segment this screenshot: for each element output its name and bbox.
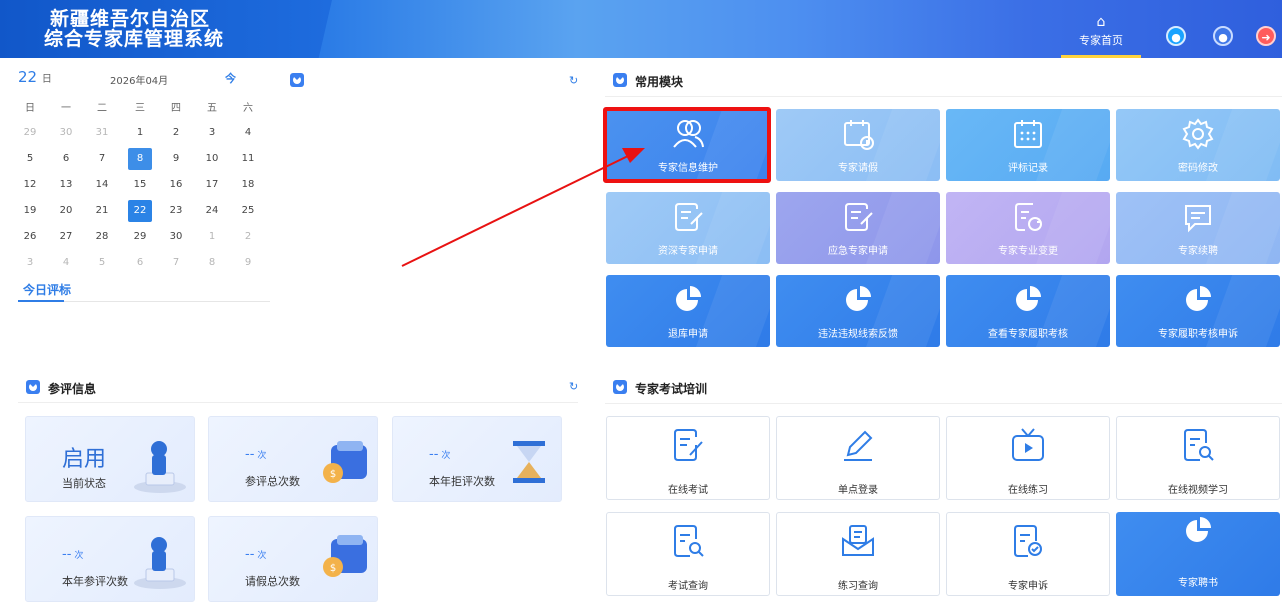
exam-tile-4[interactable]: 在线视频学习 (1116, 416, 1280, 500)
doc-search-icon (1117, 425, 1279, 465)
section-title-participation: 参评信息 (48, 382, 97, 396)
refusal-count-value: -- 次 (429, 447, 451, 462)
section-icon (26, 380, 40, 394)
status-card: 启用 当前状态 (25, 416, 195, 502)
hourglass-icon (513, 441, 545, 483)
pie-chart-icon (1116, 514, 1280, 554)
total-count-card: -- 次 参评总次数 $ (208, 416, 378, 502)
refusal-count-card: -- 次 本年拒评次数 (392, 416, 562, 502)
tv-play-icon (947, 425, 1109, 465)
leave-count-label: 请假总次数 (245, 575, 300, 588)
exam-tile-label: 专家聘书 (1178, 578, 1218, 589)
section-icon (613, 380, 627, 394)
exam-tile-label: 单点登录 (838, 485, 878, 496)
svg-text:$: $ (330, 563, 336, 574)
exam-tile-label: 专家申诉 (1008, 581, 1048, 592)
exam-tile-label: 在线考试 (668, 485, 708, 496)
section-divider (18, 402, 578, 403)
section-divider (605, 403, 1282, 404)
stamp-icon (134, 441, 186, 493)
exam-tile-label: 考试查询 (668, 581, 708, 592)
leave-count-value: -- 次 (245, 547, 267, 562)
year-count-label: 本年参评次数 (62, 575, 128, 588)
pen-icon (777, 425, 939, 465)
stamp-icon (134, 537, 186, 589)
arrow-line (401, 155, 629, 267)
year-count-value: -- 次 (62, 547, 84, 562)
status-value: 启用 (62, 447, 107, 472)
status-label: 当前状态 (62, 477, 106, 490)
annotation-arrow (401, 148, 645, 267)
svg-text:$: $ (330, 469, 336, 480)
refusal-count-label: 本年拒评次数 (429, 475, 495, 488)
envelope-doc-icon (777, 521, 939, 561)
exam-tile-3[interactable]: 在线练习 (946, 416, 1110, 500)
doc-search-icon (607, 521, 769, 561)
exam-tile-1[interactable]: 在线考试 (606, 416, 770, 500)
arrow-head (622, 148, 645, 163)
total-count-value: -- 次 (245, 447, 267, 462)
exam-tile-5[interactable]: 考试查询 (606, 512, 770, 596)
exam-tile-2[interactable]: 单点登录 (776, 416, 940, 500)
exam-tile-8[interactable]: 专家聘书 (1116, 512, 1280, 596)
year-count-card: -- 次 本年参评次数 (25, 516, 195, 602)
section-title-exam: 专家考试培训 (635, 382, 708, 396)
exam-tile-label: 在线视频学习 (1168, 485, 1228, 496)
leave-count-card: -- 次 请假总次数 $ (208, 516, 378, 602)
exam-tile-label: 在线练习 (1008, 485, 1048, 496)
exam-tile-label: 练习查询 (838, 581, 878, 592)
doc-check-icon (947, 521, 1109, 561)
exam-tile-7[interactable]: 专家申诉 (946, 512, 1110, 596)
total-count-label: 参评总次数 (245, 475, 300, 488)
exam-tile-6[interactable]: 练习查询 (776, 512, 940, 596)
refresh-icon[interactable]: ↻ (569, 380, 578, 393)
wallet-icon: $ (323, 441, 367, 483)
exam-edit-icon (607, 425, 769, 465)
wallet-icon: $ (323, 535, 367, 577)
